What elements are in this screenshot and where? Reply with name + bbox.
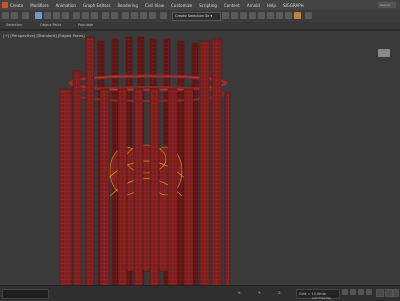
menu-content[interactable]: Content — [224, 3, 240, 8]
next-frame-icon[interactable] — [366, 289, 372, 295]
reference-coordinate-icon[interactable] — [102, 12, 109, 19]
select-object-icon[interactable] — [35, 12, 42, 19]
menu-create[interactable]: Create — [10, 3, 23, 8]
ribbon-tab-object-paint[interactable]: Object Paint — [40, 22, 61, 29]
mirror-icon[interactable] — [160, 12, 167, 19]
menu-civil-view[interactable]: Civil View — [145, 3, 164, 8]
add-time-tag[interactable]: Add Time Tag — [310, 296, 334, 300]
previous-frame-icon[interactable] — [350, 289, 356, 295]
scale-icon[interactable] — [91, 12, 98, 19]
scene-mesh — [59, 36, 231, 286]
angle-snap-icon[interactable] — [131, 12, 138, 19]
menu-customize[interactable]: Customize — [171, 3, 192, 8]
undo-icon[interactable] — [2, 12, 9, 19]
pivot-center-icon[interactable] — [111, 12, 118, 19]
align-icon[interactable] — [222, 12, 229, 19]
orbit-icon[interactable] — [385, 289, 393, 297]
ribbon-tabs: Selection Object Paint Populate — [0, 22, 400, 30]
curve-editor-icon[interactable] — [249, 12, 256, 19]
menu-scripting[interactable]: Scripting — [199, 3, 217, 8]
perspective-viewport[interactable]: [+] [Perspective] [Standard] [Edged Face… — [0, 30, 400, 286]
play-icon[interactable] — [358, 289, 364, 295]
move-icon[interactable] — [73, 12, 80, 19]
menu-modifiers[interactable]: Modifiers — [30, 3, 48, 8]
toggle-ribbon-icon[interactable] — [240, 12, 247, 19]
percent-snap-icon[interactable] — [140, 12, 147, 19]
rotate-icon[interactable] — [82, 12, 89, 19]
zoom-icon[interactable] — [376, 289, 384, 297]
render-production-icon[interactable] — [294, 12, 301, 19]
named-selection-set-dropdown[interactable]: Create Selection Se ▾ — [172, 12, 221, 21]
rectangular-selection-icon[interactable] — [53, 12, 60, 19]
material-editor-icon[interactable] — [267, 12, 274, 19]
redo-icon[interactable] — [11, 12, 18, 19]
schematic-view-icon[interactable] — [258, 12, 265, 19]
ribbon-tab-selection[interactable]: Selection — [6, 22, 22, 29]
coord-y-label: Y: — [258, 291, 261, 295]
app-logo[interactable] — [2, 2, 8, 8]
maximize-viewport-icon[interactable] — [393, 289, 399, 297]
window-crossing-icon[interactable] — [62, 12, 69, 19]
render-online-icon[interactable] — [305, 12, 312, 19]
render-setup-icon[interactable] — [276, 12, 283, 19]
menu-rendering[interactable]: Rendering — [117, 3, 137, 8]
menu-siggraph[interactable]: SIGGRAPH — [283, 3, 304, 8]
coord-x-label: X: — [238, 291, 242, 295]
ribbon-tab-populate[interactable]: Populate — [78, 22, 93, 29]
menu-animation[interactable]: Animation — [56, 3, 76, 8]
select-by-name-icon[interactable] — [44, 12, 51, 19]
status-bar: X: Y: Z: Grid = 10.0mm Add Time Tag — [0, 285, 400, 301]
search-input[interactable]: Search — [378, 2, 396, 8]
render-frame-window-icon[interactable] — [285, 12, 292, 19]
menu-arnold[interactable]: Arnold — [247, 3, 260, 8]
menu-help[interactable]: Help — [267, 3, 276, 8]
layer-explorer-icon[interactable] — [231, 12, 238, 19]
menu-graph-editors[interactable]: Graph Editors — [83, 3, 110, 8]
go-to-start-icon[interactable] — [342, 289, 348, 295]
coord-z-label: Z: — [278, 291, 282, 295]
snap-toggle-icon[interactable] — [122, 12, 129, 19]
maxscript-listener[interactable] — [2, 289, 49, 299]
link-icon[interactable] — [22, 12, 29, 19]
spinner-snap-icon[interactable] — [149, 12, 156, 19]
